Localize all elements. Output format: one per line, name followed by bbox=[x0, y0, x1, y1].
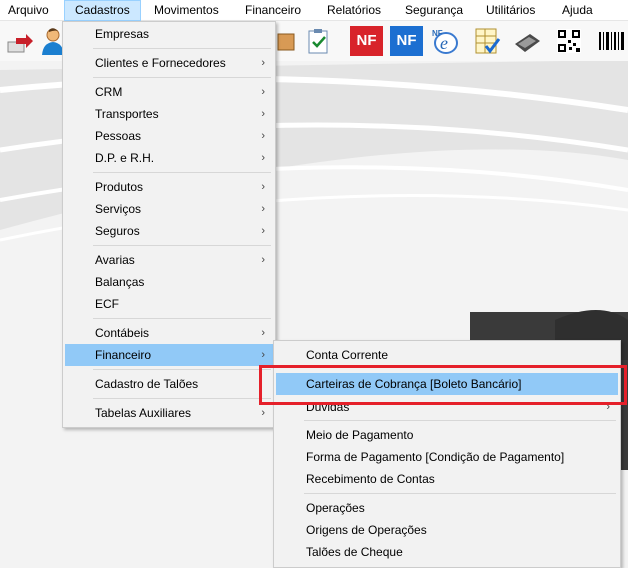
menu-item-label: Meio de Pagamento bbox=[306, 428, 414, 442]
menu-separator bbox=[93, 77, 271, 78]
menu-item-financeiro[interactable]: Financeiro › bbox=[65, 344, 273, 366]
menu-utilitarios[interactable]: Utilitários bbox=[486, 0, 535, 21]
menu-item-label: Financeiro bbox=[95, 348, 152, 362]
menu-item-conta-corrente[interactable]: Conta Corrente bbox=[276, 344, 618, 366]
menu-item-tabelas-auxiliares[interactable]: Tabelas Auxiliares › bbox=[65, 402, 273, 424]
chevron-right-icon: › bbox=[261, 203, 265, 215]
chevron-right-icon: › bbox=[261, 86, 265, 98]
chevron-right-icon: › bbox=[261, 349, 265, 361]
menu-separator bbox=[304, 420, 616, 421]
menu-item-transportes[interactable]: Transportes › bbox=[65, 103, 273, 125]
chevron-right-icon: › bbox=[261, 407, 265, 419]
menu-item-recebimento-contas[interactable]: Recebimento de Contas bbox=[276, 468, 618, 490]
chevron-right-icon: › bbox=[261, 57, 265, 69]
menu-item-crm[interactable]: CRM › bbox=[65, 81, 273, 103]
menu-separator bbox=[93, 48, 271, 49]
menu-item-origens-operacoes[interactable]: Origens de Operações bbox=[276, 519, 618, 541]
exit-icon[interactable] bbox=[4, 26, 34, 56]
menu-item-seguros[interactable]: Seguros › bbox=[65, 220, 273, 242]
menu-movimentos[interactable]: Movimentos bbox=[154, 0, 219, 21]
menu-arquivo[interactable]: Arquivo bbox=[8, 0, 49, 21]
menu-item-empresas[interactable]: Empresas bbox=[65, 23, 273, 45]
menu-item-label: Tabelas Auxiliares bbox=[95, 406, 192, 420]
menu-seguranca[interactable]: Segurança bbox=[405, 0, 463, 21]
annotation-highlight-box bbox=[259, 365, 627, 405]
menu-item-label: D.P. e R.H. bbox=[95, 151, 155, 165]
menu-ajuda[interactable]: Ajuda bbox=[562, 0, 593, 21]
menu-separator bbox=[93, 398, 271, 399]
svg-text:NF: NF bbox=[432, 29, 443, 38]
menu-item-label: Pessoas bbox=[95, 129, 142, 143]
menu-item-clientes-fornecedores[interactable]: Clientes e Fornecedores › bbox=[65, 52, 273, 74]
menu-item-avarias[interactable]: Avarias › bbox=[65, 249, 273, 271]
menu-item-label: Forma de Pagamento [Condição de Pagament… bbox=[306, 450, 565, 464]
card-machine-icon[interactable] bbox=[512, 26, 542, 56]
menu-item-meio-pagamento[interactable]: Meio de Pagamento bbox=[276, 424, 618, 446]
menu-item-label: Contábeis bbox=[95, 326, 150, 340]
menu-separator bbox=[93, 369, 271, 370]
menu-item-contabeis[interactable]: Contábeis › bbox=[65, 322, 273, 344]
menu-item-label: Clientes e Fornecedores bbox=[95, 56, 226, 70]
menu-item-label: Transportes bbox=[95, 107, 159, 121]
menu-item-dp-rh[interactable]: D.P. e R.H. › bbox=[65, 147, 273, 169]
menu-item-label: CRM bbox=[95, 85, 123, 99]
menu-item-label: Produtos bbox=[95, 180, 144, 194]
qr-code-icon[interactable] bbox=[554, 26, 584, 56]
spreadsheet-icon[interactable] bbox=[472, 26, 502, 56]
menu-separator bbox=[93, 172, 271, 173]
menu-item-label: Serviços bbox=[95, 202, 142, 216]
chevron-right-icon: › bbox=[261, 327, 265, 339]
box-icon[interactable] bbox=[276, 26, 306, 56]
menu-item-operacoes[interactable]: Operações bbox=[276, 497, 618, 519]
menu-item-label: Operações bbox=[306, 501, 365, 515]
menu-item-label: Balanças bbox=[95, 275, 145, 289]
menu-item-cadastro-taloes[interactable]: Cadastro de Talões bbox=[65, 373, 273, 395]
clipboard-check-icon[interactable] bbox=[304, 26, 334, 56]
menu-relatorios[interactable]: Relatórios bbox=[327, 0, 381, 21]
chevron-right-icon: › bbox=[261, 108, 265, 120]
barcode-icon[interactable] bbox=[596, 26, 626, 56]
menu-item-label: Recebimento de Contas bbox=[306, 472, 435, 486]
menu-item-label: Origens de Operações bbox=[306, 523, 427, 537]
menu-separator bbox=[93, 245, 271, 246]
menu-item-servicos[interactable]: Serviços › bbox=[65, 198, 273, 220]
menu-item-label: Seguros bbox=[95, 224, 140, 238]
menu-item-label: Conta Corrente bbox=[306, 348, 389, 362]
menu-item-forma-pagamento[interactable]: Forma de Pagamento [Condição de Pagament… bbox=[276, 446, 618, 468]
chevron-right-icon: › bbox=[261, 181, 265, 193]
nfe-icon[interactable]: e NF bbox=[430, 26, 460, 56]
menu-item-label: Avarias bbox=[95, 253, 135, 267]
menu-item-label: Talões de Cheque bbox=[306, 545, 403, 559]
menu-separator bbox=[304, 493, 616, 494]
menu-item-label: ECF bbox=[95, 297, 119, 311]
menu-item-balancas[interactable]: Balanças bbox=[65, 271, 273, 293]
menu-item-pessoas[interactable]: Pessoas › bbox=[65, 125, 273, 147]
chevron-right-icon: › bbox=[261, 152, 265, 164]
nf-button[interactable]: NF bbox=[350, 26, 383, 56]
menu-item-taloes-cheque[interactable]: Talões de Cheque bbox=[276, 541, 618, 563]
menu-item-ecf[interactable]: ECF bbox=[65, 293, 273, 315]
menu-item-label: Empresas bbox=[95, 27, 150, 41]
menu-financeiro[interactable]: Financeiro bbox=[245, 0, 301, 21]
menu-item-produtos[interactable]: Produtos › bbox=[65, 176, 273, 198]
menu-bar: Arquivo Cadastros Movimentos Financeiro … bbox=[0, 0, 628, 21]
menu-cadastros[interactable]: Cadastros bbox=[64, 0, 141, 21]
chevron-right-icon: › bbox=[261, 225, 265, 237]
cadastros-menu: Empresas Clientes e Fornecedores › CRM › T… bbox=[62, 21, 276, 428]
chevron-right-icon: › bbox=[261, 130, 265, 142]
menu-separator bbox=[93, 318, 271, 319]
menu-item-label: Cadastro de Talões bbox=[95, 377, 199, 391]
chevron-right-icon: › bbox=[261, 254, 265, 266]
nf-button-blue[interactable]: NF bbox=[390, 26, 423, 56]
